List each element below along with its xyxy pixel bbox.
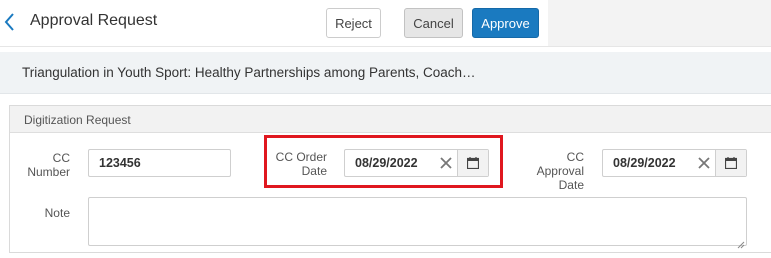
cc-number-input[interactable]: 123456 bbox=[88, 149, 231, 177]
cancel-button[interactable]: Cancel bbox=[404, 8, 463, 38]
panel-title: Digitization Request bbox=[24, 113, 131, 127]
header-divider bbox=[0, 46, 771, 47]
panel-header: Digitization Request bbox=[10, 106, 771, 133]
record-banner: Triangulation in Youth Sport: Healthy Pa… bbox=[0, 52, 771, 94]
page-title: Approval Request bbox=[30, 12, 158, 29]
cc-approval-date-label-line2: Approval bbox=[536, 164, 584, 178]
cc-number-label: CC Number bbox=[18, 151, 70, 179]
close-icon[interactable] bbox=[693, 152, 715, 174]
header-filler bbox=[548, 0, 771, 46]
cc-approval-date-field[interactable]: 08/29/2022 bbox=[602, 149, 747, 177]
cc-number-label-line1: CC bbox=[52, 151, 70, 165]
cc-approval-date-label-line1: CC bbox=[566, 150, 584, 164]
note-label: Note bbox=[44, 206, 70, 220]
chevron-left-icon[interactable] bbox=[2, 10, 18, 34]
resize-handle-icon[interactable] bbox=[737, 236, 745, 249]
approve-button[interactable]: Approve bbox=[472, 8, 539, 38]
cc-approval-date-label: CC Approval Date bbox=[524, 150, 584, 192]
note-textarea[interactable] bbox=[88, 197, 747, 249]
reject-button[interactable]: Reject bbox=[326, 8, 381, 38]
header-bar: Approval Request Reject Cancel Approve bbox=[0, 0, 548, 46]
calendar-icon[interactable] bbox=[715, 150, 746, 176]
cc-number-label-line2: Number bbox=[27, 165, 70, 179]
cc-approval-date-label-line3: Date bbox=[558, 178, 584, 192]
highlight-box bbox=[264, 135, 503, 188]
cc-approval-date-value[interactable]: 08/29/2022 bbox=[603, 156, 693, 170]
record-title: Triangulation in Youth Sport: Healthy Pa… bbox=[22, 65, 476, 80]
